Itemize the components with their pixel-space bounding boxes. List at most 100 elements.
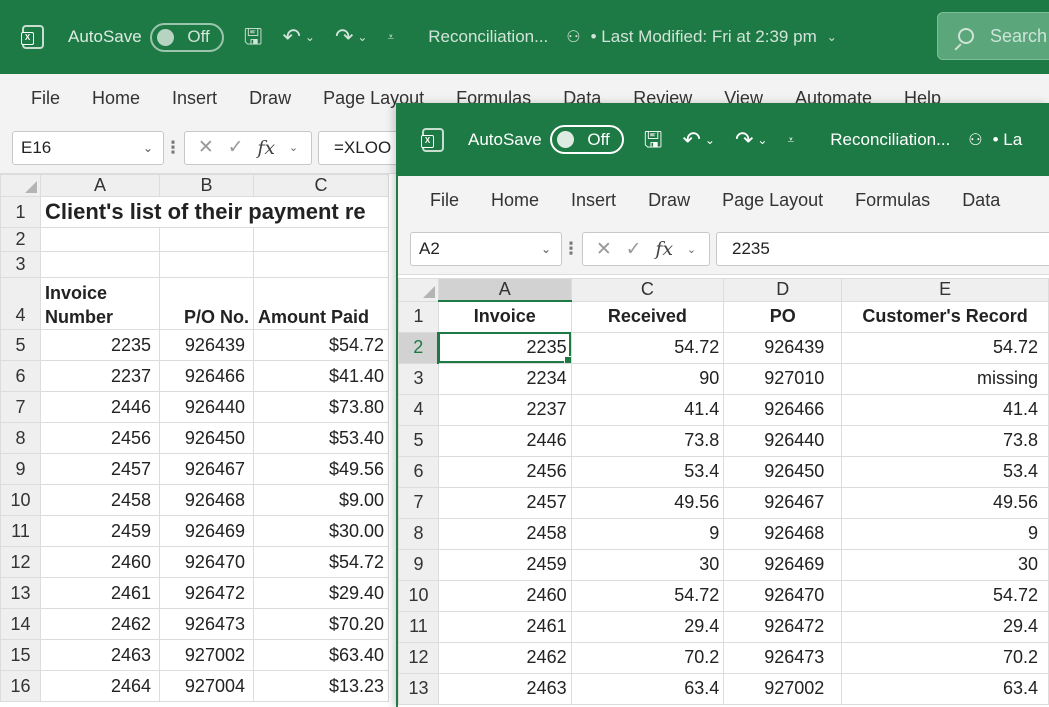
cell-received[interactable]: 54.72 — [570, 579, 725, 612]
cell-invoice[interactable]: 2463 — [437, 672, 572, 705]
column-header[interactable]: A — [437, 278, 572, 302]
row-header[interactable]: 9 — [0, 453, 41, 485]
cell-invoice[interactable]: 2446 — [437, 424, 572, 457]
cell-po-no[interactable]: 927002 — [159, 639, 254, 671]
cell-customers-record[interactable]: 73.8 — [841, 424, 1049, 457]
row-header[interactable]: 4 — [0, 277, 41, 330]
row-header[interactable]: 5 — [0, 329, 41, 361]
tab-file[interactable]: File — [31, 88, 60, 109]
cell-customers-record[interactable]: 29.4 — [841, 610, 1049, 643]
cell-received[interactable]: 90 — [570, 362, 725, 395]
header-cell-po-no[interactable]: P/O No. — [159, 277, 254, 330]
chevron-down-icon[interactable]: ⌄ — [541, 242, 551, 256]
cell-po-no[interactable]: 926450 — [159, 422, 254, 454]
cell-po[interactable]: 926466 — [723, 393, 843, 426]
row-header[interactable]: 1 — [398, 300, 439, 333]
document-title[interactable]: Reconciliation... — [830, 130, 950, 150]
chevron-down-icon[interactable]: ⌄ — [143, 141, 153, 155]
tab-formulas[interactable]: Formulas — [855, 190, 930, 211]
share-icon[interactable]: ⚇ — [968, 130, 982, 150]
column-header[interactable]: A — [40, 174, 160, 197]
redo-dropdown-icon[interactable]: ⌄ — [357, 31, 367, 43]
name-box[interactable]: E16 ⌄ — [12, 130, 164, 165]
cell-amount-paid[interactable]: $13.23 — [253, 670, 389, 702]
cell-po[interactable]: 926473 — [723, 641, 843, 674]
cell-po-no[interactable]: 926473 — [159, 608, 254, 640]
cell-received[interactable]: 29.4 — [570, 610, 725, 643]
cell-customers-record[interactable]: missing — [841, 362, 1049, 395]
row-header[interactable]: 4 — [398, 393, 439, 426]
search-box[interactable]: Search — [937, 12, 1049, 60]
cancel-icon[interactable]: ✕ — [198, 136, 214, 159]
cell-amount-paid[interactable]: $29.40 — [253, 577, 389, 609]
row-header[interactable]: 12 — [398, 641, 439, 674]
cell-received[interactable]: 30 — [570, 548, 725, 581]
tab-home[interactable]: Home — [491, 190, 539, 211]
row-header[interactable]: 10 — [0, 484, 41, 516]
cell-po-no[interactable]: 926472 — [159, 577, 254, 609]
row-header[interactable]: 3 — [398, 362, 439, 395]
row-header[interactable]: 2 — [398, 331, 440, 364]
column-header[interactable]: E — [841, 278, 1049, 302]
cell-invoice[interactable]: 2237 — [437, 393, 572, 426]
row-header[interactable]: 7 — [0, 391, 41, 423]
row-header[interactable]: 11 — [398, 610, 439, 643]
save-icon[interactable]: 🖫 — [644, 128, 663, 151]
column-header[interactable]: B — [159, 174, 254, 197]
undo-dropdown-icon[interactable]: ⌄ — [305, 31, 315, 43]
cell-customers-record[interactable]: 63.4 — [841, 672, 1049, 705]
cell-po[interactable]: 926450 — [723, 455, 843, 488]
row-header[interactable]: 3 — [0, 251, 41, 278]
row-header[interactable]: 6 — [0, 360, 41, 392]
cell[interactable] — [253, 227, 389, 252]
tab-home[interactable]: Home — [92, 88, 140, 109]
tab-draw[interactable]: Draw — [648, 190, 690, 211]
name-box[interactable]: A2 ⌄ — [410, 232, 562, 266]
column-header[interactable]: C — [570, 278, 725, 302]
cell-po-no[interactable]: 926440 — [159, 391, 254, 423]
chevron-down-icon[interactable]: ⌄ — [687, 243, 696, 256]
cell-customers-record[interactable]: 54.72 — [841, 331, 1049, 364]
undo-dropdown-icon[interactable]: ⌄ — [705, 134, 715, 146]
chevron-down-icon[interactable]: ⌄ — [289, 141, 298, 154]
tab-data[interactable]: Data — [962, 190, 1000, 211]
cell-po-no[interactable]: 926470 — [159, 546, 254, 578]
select-all-button[interactable] — [398, 278, 439, 302]
cell-invoice-number[interactable]: 2456 — [40, 422, 160, 454]
cell-amount-paid[interactable]: $53.40 — [253, 422, 389, 454]
cell-customers-record[interactable]: 54.72 — [841, 579, 1049, 612]
autosave-toggle[interactable]: Off — [549, 125, 624, 154]
cell-customers-record[interactable]: 41.4 — [841, 393, 1049, 426]
header-cell-invoice[interactable]: Invoice — [437, 300, 572, 333]
header-cell-received[interactable]: Received — [570, 300, 725, 333]
cell-po[interactable]: 927010 — [723, 362, 843, 395]
cell-invoice[interactable]: 2456 — [437, 455, 572, 488]
formula-input[interactable]: 2235 — [716, 232, 1049, 266]
share-icon[interactable]: ⚇ — [566, 27, 580, 47]
cell-invoice[interactable]: 2457 — [437, 486, 572, 519]
function-icon[interactable]: fx — [257, 137, 275, 159]
cell-invoice[interactable]: 2459 — [437, 548, 572, 581]
cell-invoice-number[interactable]: 2458 — [40, 484, 160, 516]
header-cell-customers-record[interactable]: Customer's Record — [841, 300, 1049, 333]
row-header[interactable]: 13 — [398, 672, 439, 705]
cell-po-no[interactable]: 926466 — [159, 360, 254, 392]
column-header[interactable]: C — [253, 174, 389, 197]
cell-invoice[interactable]: 2234 — [437, 362, 572, 395]
cell-invoice-number[interactable]: 2461 — [40, 577, 160, 609]
row-header[interactable]: 5 — [398, 424, 439, 457]
cell-invoice-number[interactable]: 2457 — [40, 453, 160, 485]
cell-amount-paid[interactable]: $30.00 — [253, 515, 389, 547]
cell-invoice-number[interactable]: 2235 — [40, 329, 160, 361]
autosave-toggle[interactable]: Off — [149, 22, 224, 52]
cell-po-no[interactable]: 927004 — [159, 670, 254, 702]
cell-po-no[interactable]: 926467 — [159, 453, 254, 485]
cell-received[interactable]: 73.8 — [570, 424, 725, 457]
last-modified[interactable]: • Last Modified: Fri at 2:39 pm — [591, 27, 817, 47]
cell-invoice-number[interactable]: 2237 — [40, 360, 160, 392]
cell-customers-record[interactable]: 9 — [841, 517, 1049, 550]
cell-received[interactable]: 41.4 — [570, 393, 725, 426]
row-header[interactable]: 1 — [0, 196, 41, 228]
header-cell-amount-paid[interactable]: Amount Paid — [253, 277, 389, 330]
cell-po[interactable]: 926468 — [723, 517, 843, 550]
